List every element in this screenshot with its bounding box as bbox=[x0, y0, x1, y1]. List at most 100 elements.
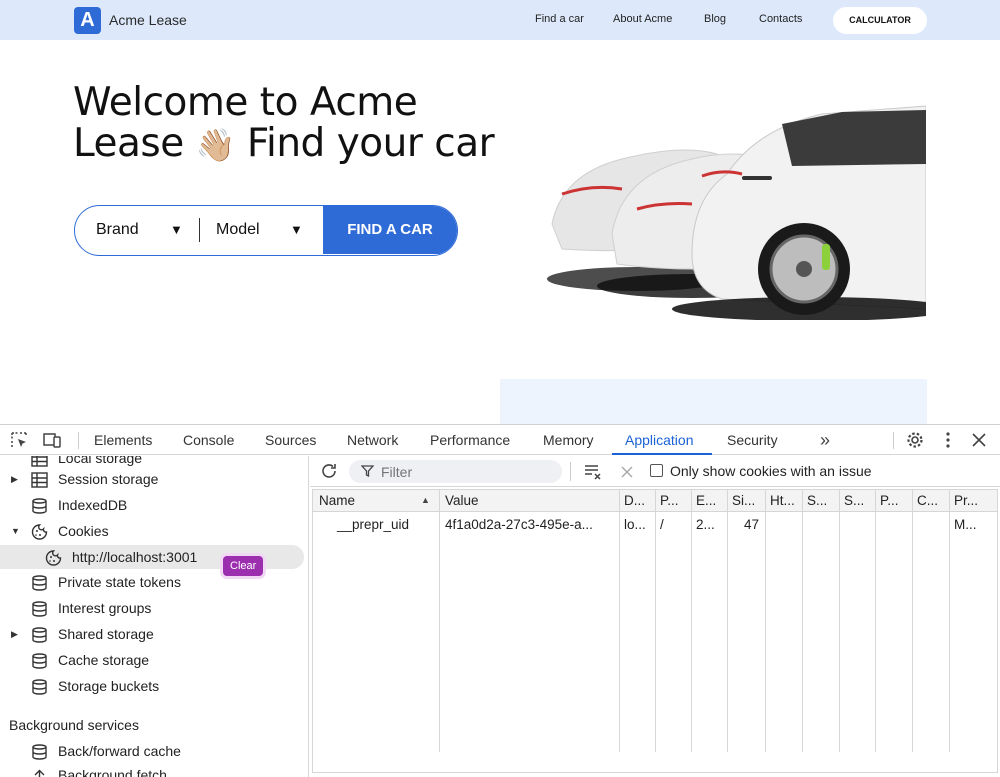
application-sidebar: Local storage ▶ Session storage IndexedD… bbox=[0, 456, 309, 777]
sidebar-item-indexeddb[interactable]: IndexedDB bbox=[0, 493, 308, 517]
cell-value: 4f1a0d2a-27c3-495e-a... bbox=[445, 517, 593, 532]
brand-logo[interactable]: A bbox=[74, 7, 101, 34]
column-header-secure[interactable]: S... bbox=[803, 490, 839, 512]
database-icon bbox=[31, 497, 48, 514]
sidebar-item-shared-storage[interactable]: ▶ Shared storage bbox=[0, 622, 308, 646]
car-search-bar: Brand ▼ Model ▼ FIND A CAR bbox=[74, 205, 458, 256]
tab-performance[interactable]: Performance bbox=[430, 432, 510, 448]
column-header-priority[interactable]: Pr... bbox=[950, 490, 996, 512]
cookies-panel: Only show cookies with an issue Name ▲ V… bbox=[310, 456, 1000, 777]
sidebar-item-label: Interest groups bbox=[58, 600, 152, 616]
sidebar-item-session-storage[interactable]: ▶ Session storage bbox=[0, 467, 308, 491]
sidebar-item-label: Back/forward cache bbox=[58, 743, 181, 759]
chevron-down-icon: ▼ bbox=[170, 222, 183, 237]
cell-name: __prepr_uid bbox=[337, 517, 410, 532]
database-icon bbox=[31, 600, 48, 617]
model-select-label: Model bbox=[216, 221, 260, 238]
sidebar-item-interest-groups[interactable]: Interest groups bbox=[0, 596, 308, 620]
sidebar-item-cookies[interactable]: ▼ Cookies bbox=[0, 519, 308, 543]
nav-find-a-car[interactable]: Find a car bbox=[535, 13, 584, 25]
tab-security[interactable]: Security bbox=[727, 432, 778, 448]
tab-elements[interactable]: Elements bbox=[94, 432, 152, 448]
settings-gear-icon[interactable] bbox=[905, 430, 925, 450]
inspect-element-icon[interactable] bbox=[9, 430, 29, 450]
sidebar-item-label: Background fetch bbox=[58, 767, 167, 777]
sidebar-item-cache-storage[interactable]: Cache storage bbox=[0, 648, 308, 672]
divider bbox=[78, 432, 79, 449]
delete-selected-icon[interactable] bbox=[617, 462, 637, 482]
column-header-samesite[interactable]: S... bbox=[840, 490, 876, 512]
sidebar-item-label: Cache storage bbox=[58, 652, 150, 668]
hero-line2b: Find your car bbox=[246, 121, 495, 166]
tab-console[interactable]: Console bbox=[183, 432, 234, 448]
filter-input-box[interactable] bbox=[349, 460, 562, 483]
column-header-cross-site[interactable]: C... bbox=[913, 490, 949, 512]
sidebar-item-label: IndexedDB bbox=[58, 497, 128, 513]
tab-application[interactable]: Application bbox=[625, 432, 694, 448]
cell-priority: M... bbox=[954, 517, 977, 532]
cell-path: / bbox=[660, 517, 664, 532]
sidebar-item-label: http://localhost:3001 bbox=[72, 549, 198, 565]
sidebar-item-background-fetch[interactable]: Background fetch bbox=[0, 763, 308, 777]
sidebar-item-back-forward-cache[interactable]: Back/forward cache bbox=[0, 739, 308, 763]
nav-blog[interactable]: Blog bbox=[704, 13, 726, 25]
active-tab-indicator bbox=[612, 453, 712, 455]
column-header-partition-key[interactable]: P... bbox=[876, 490, 912, 512]
hero-line1: Welcome to Acme bbox=[73, 80, 418, 125]
hero-line2a: Lease bbox=[73, 121, 184, 166]
sidebar-item-storage-buckets[interactable]: Storage buckets bbox=[0, 674, 308, 698]
more-options-icon[interactable] bbox=[938, 430, 958, 450]
table-icon bbox=[31, 471, 48, 488]
model-select[interactable]: Model ▼ bbox=[216, 206, 316, 254]
column-header-httponly[interactable]: Ht... bbox=[766, 490, 803, 512]
cell-expires: 2... bbox=[696, 517, 715, 532]
chevron-down-icon: ▼ bbox=[290, 222, 303, 237]
database-icon bbox=[31, 574, 48, 591]
nav-contacts[interactable]: Contacts bbox=[759, 13, 802, 25]
database-icon bbox=[31, 626, 48, 643]
database-icon bbox=[31, 743, 48, 760]
clear-filtered-icon[interactable] bbox=[583, 462, 603, 482]
divider bbox=[199, 218, 200, 242]
cookies-table: Name ▲ Value D... P... E... Si... Ht... … bbox=[312, 489, 998, 773]
divider bbox=[570, 462, 571, 481]
column-header-value[interactable]: Value bbox=[441, 490, 619, 512]
database-icon bbox=[31, 678, 48, 695]
filter-input[interactable] bbox=[381, 460, 556, 483]
calculator-button[interactable]: CALCULATOR bbox=[833, 7, 927, 34]
tab-memory[interactable]: Memory bbox=[543, 432, 594, 448]
only-issue-checkbox[interactable] bbox=[650, 464, 663, 477]
expand-arrow-icon[interactable]: ▶ bbox=[11, 622, 18, 646]
expand-arrow-icon[interactable]: ▶ bbox=[11, 467, 18, 491]
column-header-domain[interactable]: D... bbox=[620, 490, 656, 512]
database-icon bbox=[31, 652, 48, 669]
cookie-icon bbox=[31, 523, 48, 540]
column-header-path[interactable]: P... bbox=[656, 490, 692, 512]
table-row[interactable]: __prepr_uid 4f1a0d2a-27c3-495e-a... lo..… bbox=[313, 514, 997, 536]
clear-badge[interactable]: Clear bbox=[223, 556, 264, 576]
divider bbox=[893, 432, 894, 449]
column-header-expires[interactable]: E... bbox=[692, 490, 728, 512]
car-image bbox=[547, 105, 926, 320]
column-header-size[interactable]: Si... bbox=[728, 490, 766, 512]
sort-ascending-icon: ▲ bbox=[421, 495, 430, 505]
find-a-car-button[interactable]: FIND A CAR bbox=[323, 206, 457, 254]
brand-select[interactable]: Brand ▼ bbox=[96, 206, 196, 254]
close-icon[interactable] bbox=[969, 430, 989, 450]
device-toolbar-icon[interactable] bbox=[42, 430, 62, 450]
hero-title: Welcome to Acme Lease 👋🏼 Find your car bbox=[73, 82, 513, 166]
cookies-toolbar: Only show cookies with an issue bbox=[310, 456, 1000, 487]
devtools-panel: Elements Console Sources Network Perform… bbox=[0, 424, 1000, 777]
content-panel bbox=[500, 379, 927, 424]
more-tabs-icon[interactable]: » bbox=[815, 430, 835, 450]
brand-name[interactable]: Acme Lease bbox=[109, 12, 187, 28]
collapse-arrow-icon[interactable]: ▼ bbox=[11, 519, 20, 543]
refresh-icon[interactable] bbox=[319, 461, 339, 481]
tab-sources[interactable]: Sources bbox=[265, 432, 316, 448]
nav-about-acme[interactable]: About Acme bbox=[613, 13, 672, 25]
tab-network[interactable]: Network bbox=[347, 432, 398, 448]
brand-select-label: Brand bbox=[96, 221, 139, 238]
section-background-services: Background services bbox=[9, 717, 139, 733]
sidebar-item-label: Shared storage bbox=[58, 626, 154, 642]
sidebar-item-label: Session storage bbox=[58, 471, 159, 487]
